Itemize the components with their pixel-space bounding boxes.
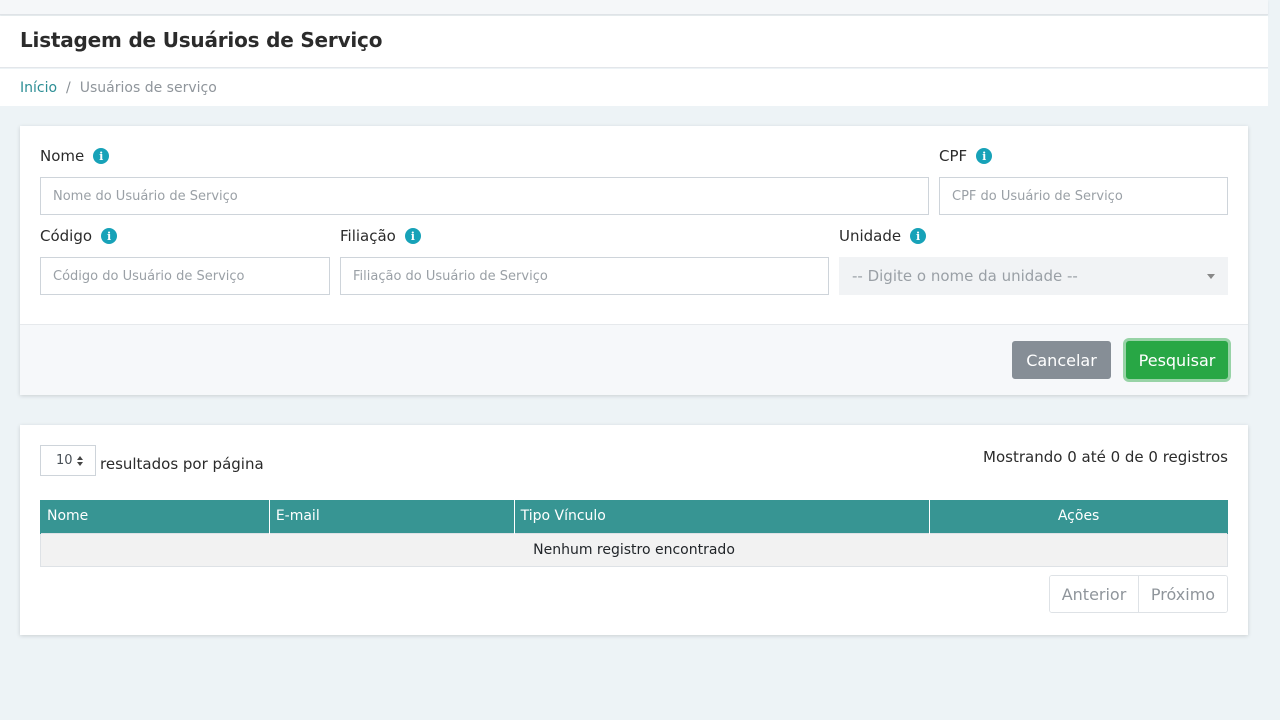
cpf-input[interactable] bbox=[939, 177, 1228, 215]
column-header-email[interactable]: E-mail bbox=[268, 500, 515, 533]
pagination: Anterior Próximo bbox=[1049, 575, 1228, 613]
empty-message: Nenhum registro encontrado bbox=[40, 532, 1228, 567]
filter-actions: Cancelar Pesquisar bbox=[20, 324, 1248, 395]
sort-icon bbox=[77, 456, 83, 466]
filiacao-label: Filiação i bbox=[340, 227, 421, 245]
page-header: Listagem de Usuários de Serviço bbox=[0, 16, 1268, 68]
codigo-label: Código i bbox=[40, 227, 118, 245]
breadcrumb: Início / Usuários de serviço bbox=[0, 69, 1268, 106]
page-length-value: 10 bbox=[56, 453, 73, 468]
cancel-button[interactable]: Cancelar bbox=[1012, 341, 1111, 379]
top-strip bbox=[0, 0, 1268, 15]
results-card: 10 resultados por página Mostrando 0 até… bbox=[20, 425, 1248, 635]
cpf-label: CPF i bbox=[939, 147, 993, 165]
nome-input[interactable] bbox=[40, 177, 929, 215]
results-info: Mostrando 0 até 0 de 0 registros bbox=[983, 448, 1228, 466]
unidade-label: Unidade i bbox=[839, 227, 927, 245]
info-icon[interactable]: i bbox=[404, 228, 421, 244]
unidade-select[interactable]: -- Digite o nome da unidade -- bbox=[839, 257, 1228, 295]
previous-page-button[interactable]: Anterior bbox=[1050, 576, 1138, 612]
info-icon[interactable]: i bbox=[93, 148, 110, 164]
breadcrumb-home-link[interactable]: Início bbox=[20, 80, 57, 96]
column-header-nome[interactable]: Nome bbox=[40, 500, 270, 533]
unidade-label-text: Unidade bbox=[839, 227, 902, 245]
codigo-label-text: Código bbox=[40, 227, 93, 245]
nome-label: Nome i bbox=[40, 147, 110, 165]
page-title: Listagem de Usuários de Serviço bbox=[20, 28, 383, 52]
nome-label-text: Nome bbox=[40, 147, 85, 165]
next-page-button[interactable]: Próximo bbox=[1138, 576, 1227, 612]
table-row: Nenhum registro encontrado bbox=[40, 532, 1228, 567]
codigo-input[interactable] bbox=[40, 257, 330, 295]
filiacao-label-text: Filiação bbox=[340, 227, 396, 245]
page-length-label: resultados por página bbox=[100, 455, 264, 473]
column-header-acoes[interactable]: Ações bbox=[929, 500, 1228, 533]
search-button[interactable]: Pesquisar bbox=[1126, 341, 1228, 379]
unidade-select-placeholder: -- Digite o nome da unidade -- bbox=[852, 267, 1078, 285]
column-header-tipo-vinculo[interactable]: Tipo Vínculo bbox=[513, 500, 931, 533]
filter-card: Nome i CPF i Código i Filiação i Unidade… bbox=[20, 126, 1248, 395]
caret-down-icon bbox=[1207, 274, 1215, 279]
info-icon[interactable]: i bbox=[910, 228, 927, 244]
results-table: Nome E-mail Tipo Vínculo Ações Nenhum re… bbox=[40, 500, 1228, 567]
info-icon[interactable]: i bbox=[101, 228, 118, 244]
breadcrumb-current: Usuários de serviço bbox=[79, 79, 217, 96]
filiacao-input[interactable] bbox=[340, 257, 829, 295]
cpf-label-text: CPF bbox=[939, 147, 968, 165]
page-length-select[interactable]: 10 bbox=[40, 445, 96, 476]
table-header-row: Nome E-mail Tipo Vínculo Ações bbox=[40, 500, 1228, 533]
breadcrumb-separator: / bbox=[66, 79, 71, 96]
info-icon[interactable]: i bbox=[976, 148, 993, 164]
